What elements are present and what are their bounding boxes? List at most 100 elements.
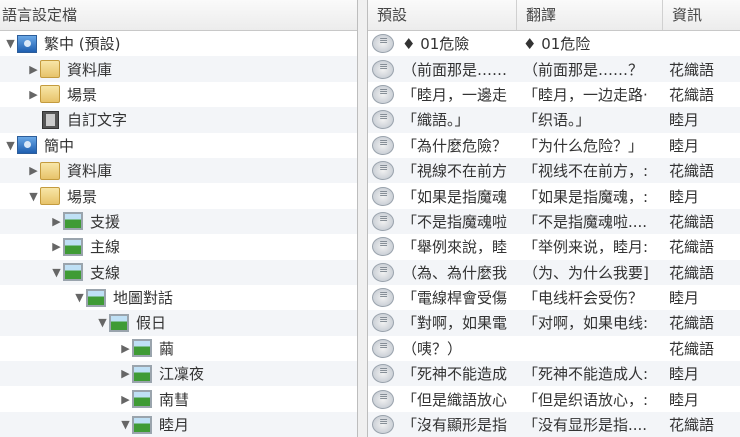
table-row[interactable]: 「為什麼危險？ 「为什么危险？」睦月 xyxy=(368,133,740,158)
table-row[interactable]: 「睦月，一邊走「睦月，一边走路·花織語 xyxy=(368,82,740,107)
translation-cell[interactable]: 「如果是指魔魂，: xyxy=(520,186,666,207)
collapse-arrow-icon[interactable]: ▼ xyxy=(27,190,40,203)
tree-item-label: 假日 xyxy=(136,314,167,333)
info-cell: 花織語 xyxy=(669,162,715,181)
tree-item[interactable]: ▼ 簡中 xyxy=(0,133,357,158)
speech-bubble-icon xyxy=(372,186,394,206)
table-row[interactable]: （咦？） 花織語 xyxy=(368,336,740,361)
tree-item-label: 簡中 xyxy=(44,136,75,155)
column-header-default[interactable]: 預設 xyxy=(368,0,517,30)
tree-item[interactable]: ▼ 支線 xyxy=(0,259,357,285)
tree-item[interactable]: ▼ 繁中 (預設) xyxy=(0,31,357,56)
table-row[interactable]: 「但是織語放心「但是织语放心，:睦月 xyxy=(368,386,740,411)
panel-splitter[interactable] xyxy=(357,0,368,437)
table-row[interactable]: 「不是指魔魂啦「不是指魔魂啦....花織語 xyxy=(368,208,740,235)
table-row[interactable]: （前面那是…… （前面那是……？花織語 xyxy=(368,56,740,82)
tree-item-label: 資料庫 xyxy=(67,60,113,79)
translation-table: 預設 翻譯 資訊 ♦ 01危險♦ 01危险（前面那是……（前面那是……？花織語「… xyxy=(368,0,740,437)
speech-bubble-icon xyxy=(372,262,394,282)
collapse-arrow-icon[interactable]: ▼ xyxy=(119,418,132,431)
translation-cell[interactable]: （前面那是……？ xyxy=(520,59,666,80)
translation-cell[interactable]: 「没有显形是指.... xyxy=(520,414,666,435)
scene-icon xyxy=(63,212,83,231)
tree-header: 語言設定檔 xyxy=(0,0,357,31)
tree-item[interactable]: ▶ 支援 xyxy=(0,208,357,235)
column-header-info[interactable]: 資訊 xyxy=(663,0,740,30)
folder-icon xyxy=(40,187,60,206)
tree-item[interactable]: 自訂文字 xyxy=(0,107,357,133)
tree-item[interactable]: ▶ 南彗 xyxy=(0,386,357,411)
default-text-cell: （咦？） xyxy=(402,339,463,358)
table-row[interactable]: 「如果是指魔魂「如果是指魔魂，:睦月 xyxy=(368,183,740,208)
translation-cell[interactable]: 「举例来说，睦月: xyxy=(520,236,666,257)
default-text-cell: 「電線桿會受傷 xyxy=(402,289,508,308)
scene-icon xyxy=(132,415,152,434)
speech-bubble-icon xyxy=(372,211,394,231)
table-row[interactable]: ♦ 01危險 ♦ 01危险 xyxy=(368,31,740,56)
table-row[interactable]: 「織語。」 「织语。」睦月 xyxy=(368,107,740,133)
tree-item[interactable]: ▶ 資料庫 xyxy=(0,157,357,184)
table-row[interactable]: 「舉例來說，睦「举例来说，睦月:花織語 xyxy=(368,234,740,259)
translation-cell[interactable]: 「电线杆会受伤？ xyxy=(520,287,666,308)
tree-item[interactable]: ▶ 主線 xyxy=(0,234,357,259)
tree-item-label: 南彗 xyxy=(159,390,190,409)
default-text-cell: 「視線不在前方 xyxy=(402,162,508,181)
tree-item-label: 睦月 xyxy=(159,416,190,435)
expand-arrow-icon[interactable]: ▶ xyxy=(27,164,40,177)
language-profile-tree: 語言設定檔 ▼ 繁中 (預設) ▶ 資料庫 ▶ 場景 自訂文字 ▼ 簡中 ▶ 資料庫 ▼ 場景 ▶ 支援 ▶ 主… xyxy=(0,0,357,437)
translation-cell[interactable]: 「死神不能造成人: xyxy=(520,363,666,384)
info-cell: 花織語 xyxy=(669,339,715,358)
default-text-cell: 「織語。」 xyxy=(402,111,470,130)
table-row[interactable]: 「對啊，如果電「对啊，如果电线:花織語 xyxy=(368,310,740,336)
expand-arrow-icon[interactable]: ▶ xyxy=(50,240,63,253)
default-text-cell: 「為什麼危險？ xyxy=(402,136,508,155)
translation-cell[interactable]: 「织语。」 xyxy=(520,109,666,130)
tree-item-label: 地圖對話 xyxy=(113,289,174,308)
collapse-arrow-icon[interactable]: ▼ xyxy=(50,266,63,279)
tree-item[interactable]: ▼ 場景 xyxy=(0,183,357,208)
tree-item[interactable]: ▶ 場景 xyxy=(0,82,357,107)
translation-cell[interactable]: 「为什么危险？」 xyxy=(520,135,666,156)
scene-icon xyxy=(132,364,152,383)
tree-item[interactable]: ▼ 睦月 xyxy=(0,411,357,437)
speech-bubble-icon xyxy=(372,288,394,308)
expand-arrow-icon[interactable]: ▶ xyxy=(27,88,40,101)
translation-cell[interactable]: ♦ 01危险 xyxy=(520,33,666,54)
expand-arrow-icon[interactable]: ▶ xyxy=(119,342,132,355)
collapse-arrow-icon[interactable]: ▼ xyxy=(4,37,17,50)
tree-item-label: 場景 xyxy=(67,187,98,206)
translation-cell[interactable]: 「不是指魔魂啦.... xyxy=(520,211,666,232)
translation-cell[interactable]: （为、为什么我要] xyxy=(520,262,666,283)
scene-icon xyxy=(86,288,106,307)
tree-item-label: 繁中 (預設) xyxy=(44,35,121,54)
tree-item[interactable]: ▶ 資料庫 xyxy=(0,56,357,82)
expand-arrow-icon[interactable]: ▶ xyxy=(119,393,132,406)
expand-arrow-icon[interactable]: ▶ xyxy=(27,63,40,76)
table-row[interactable]: 「電線桿會受傷「电线杆会受伤？睦月 xyxy=(368,285,740,310)
scene-icon xyxy=(132,339,152,358)
tree-item[interactable]: ▼ 地圖對話 xyxy=(0,285,357,310)
collapse-arrow-icon[interactable]: ▼ xyxy=(73,291,86,304)
default-text-cell: （為、為什麼我 xyxy=(402,263,508,282)
table-row[interactable]: （為、為什麼我 （为、为什么我要]花織語 xyxy=(368,259,740,285)
table-row[interactable]: 「沒有顯形是指「没有显形是指....花織語 xyxy=(368,411,740,437)
collapse-arrow-icon[interactable]: ▼ xyxy=(96,316,109,329)
info-cell: 花織語 xyxy=(669,212,715,231)
translation-cell[interactable]: 「睦月，一边走路· xyxy=(520,84,666,105)
tree-item[interactable]: ▶ 繭 xyxy=(0,336,357,361)
tree-item[interactable]: ▶ 江凜夜 xyxy=(0,361,357,387)
speech-bubble-icon xyxy=(372,313,394,333)
table-row[interactable]: 「死神不能造成「死神不能造成人:睦月 xyxy=(368,361,740,387)
translation-cell[interactable]: 「但是织语放心，: xyxy=(520,389,666,410)
scene-icon xyxy=(109,313,129,332)
collapse-arrow-icon[interactable]: ▼ xyxy=(4,139,17,152)
table-row[interactable]: 「視線不在前方「视线不在前方，:花織語 xyxy=(368,157,740,184)
expand-arrow-icon[interactable]: ▶ xyxy=(50,215,63,228)
translation-cell[interactable]: 「视线不在前方，: xyxy=(520,160,666,181)
column-header-translation[interactable]: 翻譯 xyxy=(517,0,663,30)
info-cell: 睦月 xyxy=(669,136,700,155)
tree-item[interactable]: ▼ 假日 xyxy=(0,310,357,336)
translation-cell[interactable]: 「对啊，如果电线: xyxy=(520,312,666,333)
expand-arrow-icon[interactable]: ▶ xyxy=(119,367,132,380)
globe-icon xyxy=(17,136,37,155)
